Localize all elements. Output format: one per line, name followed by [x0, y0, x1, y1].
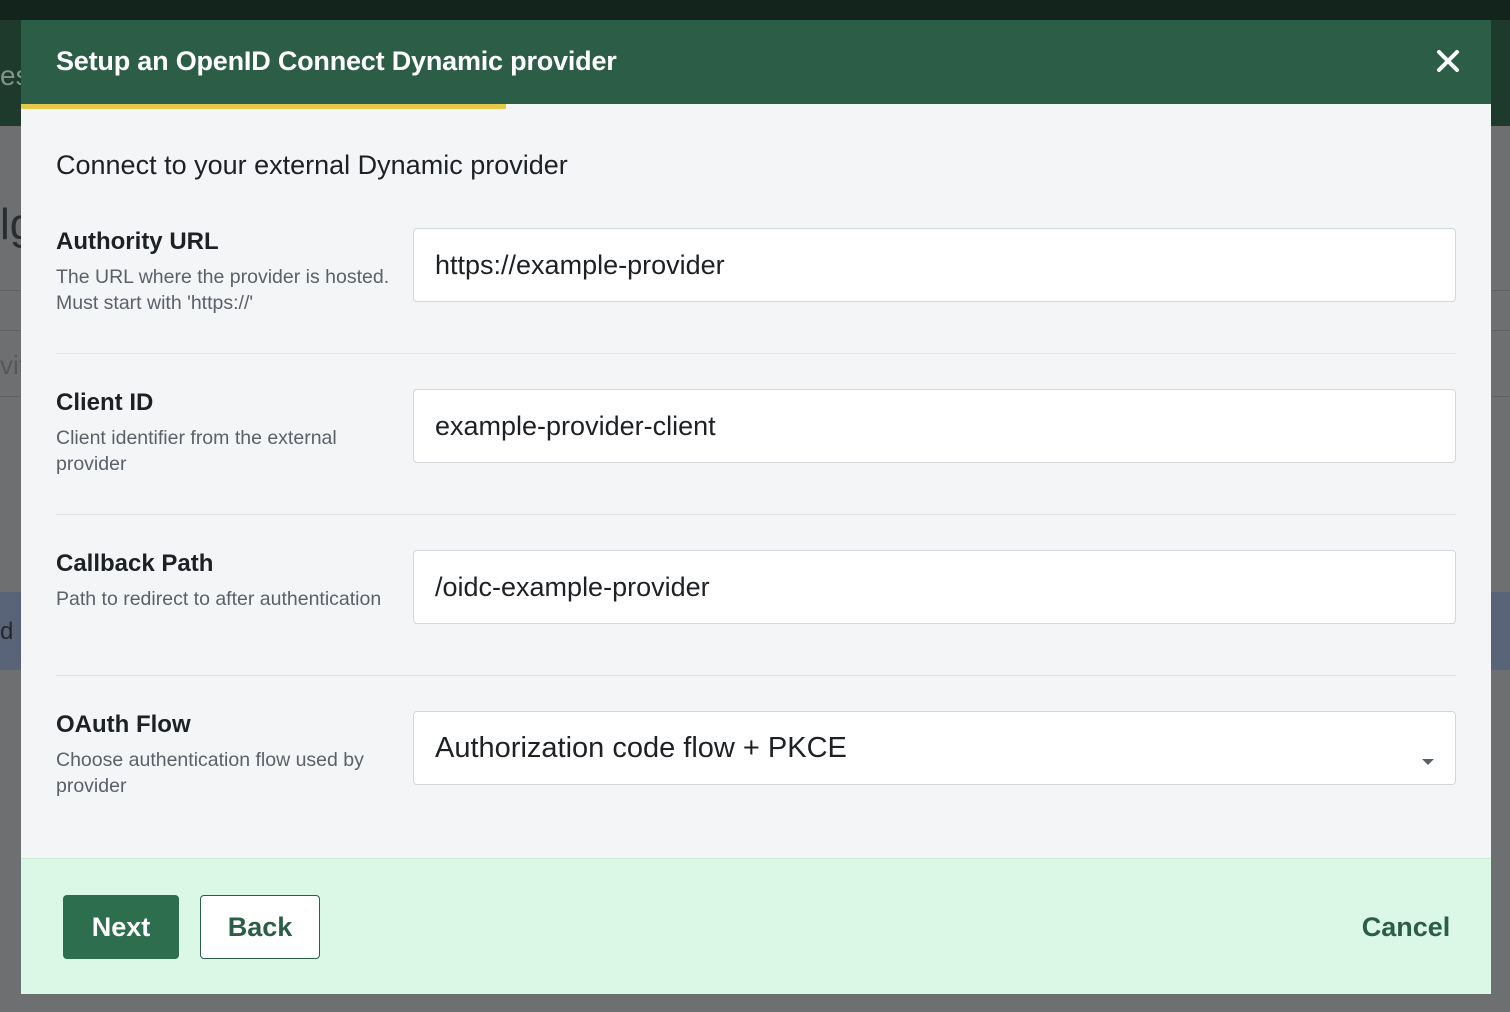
oauth-flow-select[interactable]: Authorization code flow + PKCE: [413, 711, 1456, 785]
close-icon[interactable]: [1433, 46, 1463, 76]
oauth-flow-selected-value: Authorization code flow + PKCE: [435, 731, 847, 764]
callback-path-input[interactable]: [435, 571, 1455, 603]
background-top-bar: [0, 0, 1510, 20]
authority-url-field[interactable]: [413, 228, 1456, 302]
modal-header: Setup an OpenID Connect Dynamic provider: [21, 20, 1491, 104]
wizard-progress-bar: [21, 104, 1491, 109]
authority-url-help: The URL where the provider is hosted. Mu…: [56, 266, 390, 314]
next-button[interactable]: Next: [63, 895, 179, 959]
back-button[interactable]: Back: [200, 895, 320, 959]
modal-footer: Next Back Cancel: [21, 858, 1491, 994]
cancel-button[interactable]: Cancel: [1339, 895, 1473, 959]
authority-url-label: Authority URL: [56, 228, 219, 255]
background-heading-fragment: lg: [0, 200, 21, 249]
background-text-fragment: vit: [0, 350, 21, 380]
row-divider: [56, 353, 1456, 354]
oauth-flow-help: Choose authentication flow used by provi…: [56, 749, 364, 797]
client-id-input[interactable]: [435, 410, 1455, 442]
background-text-fragment: d: [0, 618, 14, 645]
row-divider: [56, 514, 1456, 515]
callback-path-field[interactable]: [413, 550, 1456, 624]
client-id-label: Client ID: [56, 389, 154, 416]
modal-subtitle: Connect to your external Dynamic provide…: [56, 150, 568, 180]
client-id-help: Client identifier from the external prov…: [56, 427, 337, 475]
authority-url-input[interactable]: [435, 249, 1455, 281]
callback-path-label: Callback Path: [56, 550, 214, 577]
client-id-field[interactable]: [413, 389, 1456, 463]
modal-title: Setup an OpenID Connect Dynamic provider: [56, 46, 617, 76]
callback-path-help: Path to redirect to after authentication: [56, 588, 382, 610]
oauth-flow-label: OAuth Flow: [56, 711, 191, 738]
chevron-down-icon[interactable]: [1421, 743, 1435, 765]
setup-provider-modal: Setup an OpenID Connect Dynamic provider…: [21, 20, 1491, 994]
row-divider: [56, 675, 1456, 676]
wizard-progress-fill: [21, 104, 507, 109]
